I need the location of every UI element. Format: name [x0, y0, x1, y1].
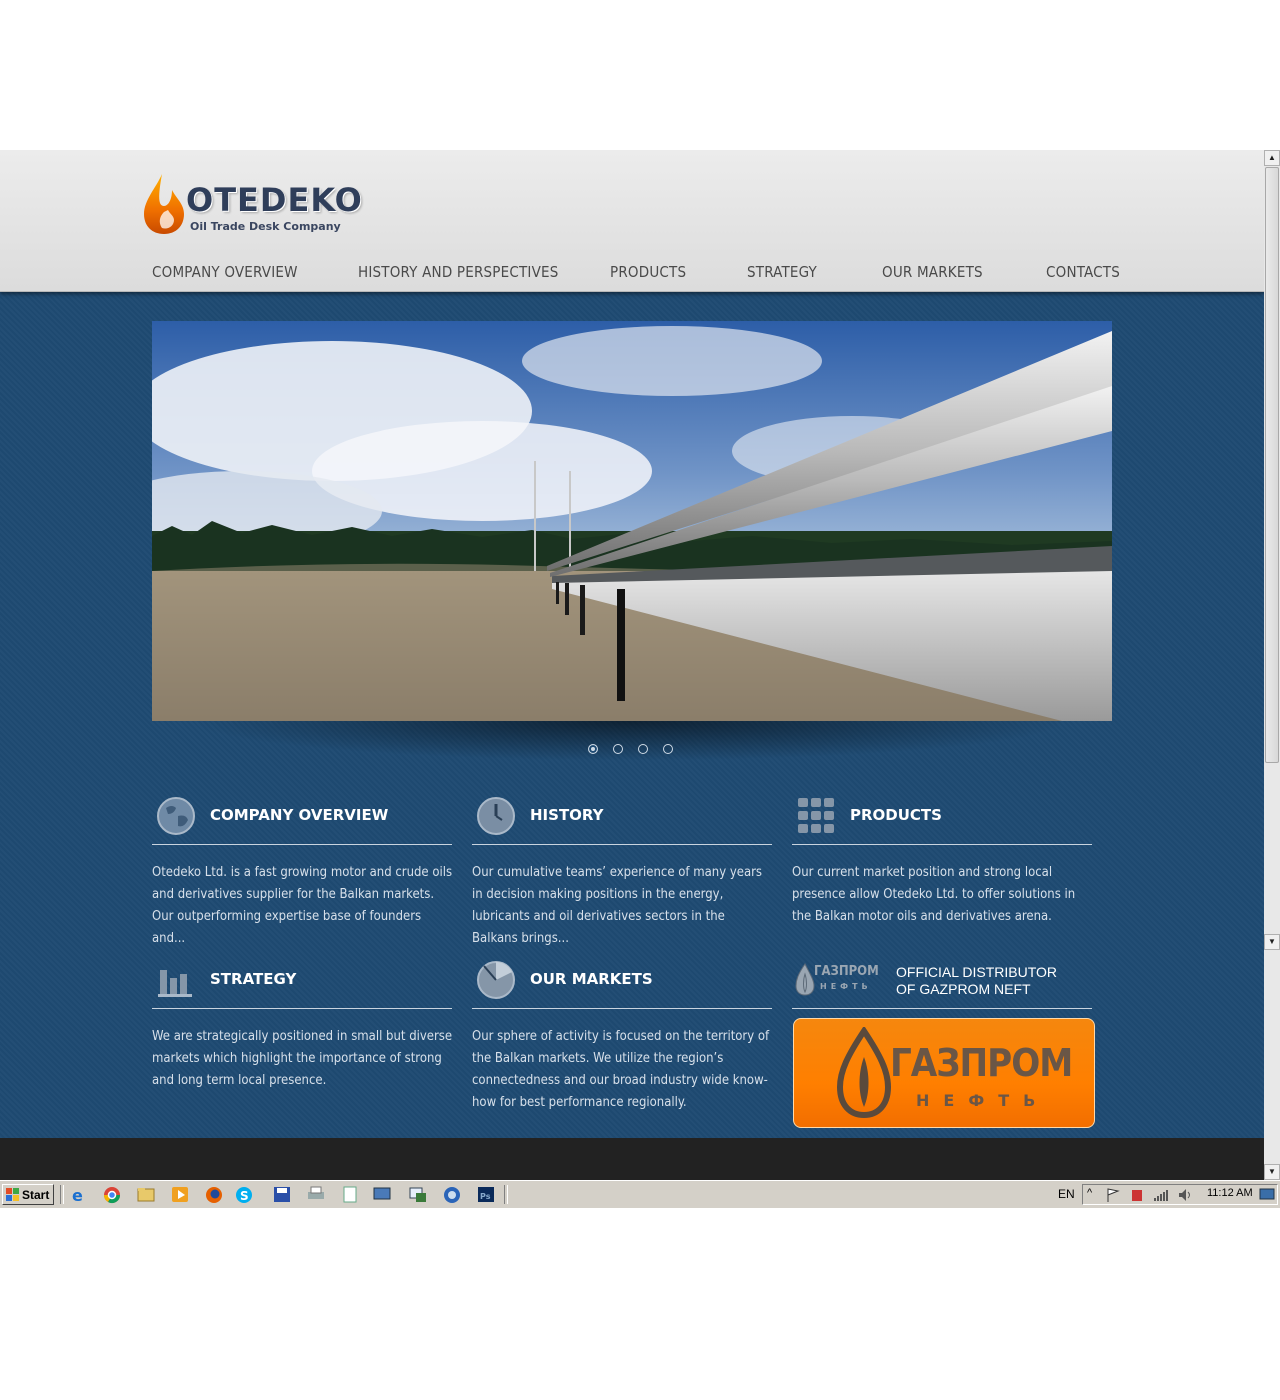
flame-drop-icon — [144, 174, 184, 234]
clock[interactable]: 11:12 AM — [1207, 1187, 1253, 1199]
gazprom-flame-icon — [795, 963, 815, 996]
gazprom-small-subtext: НЕФТЬ — [820, 982, 872, 991]
window-icon[interactable] — [408, 1185, 428, 1204]
taskbar-separator — [504, 1185, 508, 1204]
clock-icon — [477, 797, 515, 835]
scroll-down-button[interactable]: ▼ — [1264, 1164, 1280, 1180]
browser-icon[interactable] — [442, 1185, 462, 1204]
photoshop-icon[interactable]: Ps — [476, 1185, 496, 1204]
security-icon[interactable] — [1129, 1187, 1145, 1203]
signal-icon[interactable] — [1153, 1187, 1169, 1203]
grid-icon — [798, 798, 834, 833]
site-header: OTEDEKO Oil Trade Desk Company COMPANY O… — [0, 150, 1264, 292]
site-footer — [0, 1138, 1264, 1180]
gazprom-distributor-text: OFFICIAL DISTRIBUTOR OF GAZPROM NEFT — [896, 964, 1057, 998]
block-title[interactable]: OUR MARKETS — [530, 970, 653, 988]
nav-history-perspectives[interactable]: HISTORY AND PERSPECTIVES — [358, 263, 559, 281]
hero-slider-image[interactable] — [152, 321, 1112, 721]
save-icon[interactable] — [272, 1185, 292, 1204]
block-gazprom: ГАЗПРОМ НЕФТЬ OFFICIAL DISTRIBUTOR OF GA… — [792, 956, 1095, 1136]
taskbar-separator — [60, 1185, 64, 1204]
ie-icon[interactable]: e — [68, 1185, 88, 1204]
bar-chart-icon — [158, 970, 192, 997]
gazprom-large-flame-icon — [836, 1027, 892, 1119]
scroll-thumb[interactable] — [1265, 167, 1279, 763]
gazprom-banner[interactable]: ГАЗПРОМ НЕФТЬ — [793, 1018, 1095, 1128]
otedeko-logo[interactable]: OTEDEKO Oil Trade Desk Company — [142, 170, 382, 240]
slider-dot-1[interactable] — [588, 744, 598, 754]
language-indicator[interactable]: EN — [1058, 1187, 1075, 1201]
slider-dot-3[interactable] — [638, 744, 648, 754]
brand-name: OTEDEKO — [186, 181, 363, 219]
main-content: COMPANY OVERVIEW Otedeko Ltd. is a fast … — [0, 291, 1264, 1138]
slider-dot-4[interactable] — [663, 744, 673, 754]
slider-pagination — [588, 744, 688, 758]
nav-our-markets[interactable]: OUR MARKETS — [882, 263, 983, 281]
windows-logo-icon — [6, 1188, 19, 1201]
block-head: PRODUCTS — [792, 792, 1092, 845]
gazprom-small-logo: ГАЗПРОМ НЕФТЬ — [794, 962, 879, 998]
chrome-icon[interactable] — [102, 1185, 122, 1204]
gazprom-head: ГАЗПРОМ НЕФТЬ OFFICIAL DISTRIBUTOR OF GA… — [792, 956, 1092, 1009]
explorer-icon[interactable] — [136, 1185, 156, 1204]
browser-viewport: OTEDEKO Oil Trade Desk Company COMPANY O… — [0, 150, 1264, 1180]
block-text: Our cumulative teams’ experience of many… — [472, 865, 763, 946]
block-head: COMPANY OVERVIEW — [152, 792, 452, 845]
show-desktop-icon[interactable] — [1259, 1188, 1275, 1202]
flag-icon[interactable] — [1105, 1187, 1121, 1203]
main-nav: COMPANY OVERVIEW HISTORY AND PERSPECTIVE… — [152, 263, 1120, 287]
printer-icon[interactable] — [306, 1185, 326, 1204]
block-history: HISTORY Our cumulative teams’ experience… — [472, 792, 772, 946]
block-head: STRATEGY — [152, 956, 452, 1009]
block-company-overview: COMPANY OVERVIEW Otedeko Ltd. is a fast … — [152, 792, 452, 946]
svg-text:Ps: Ps — [480, 1192, 491, 1201]
nav-contacts[interactable]: CONTACTS — [1046, 263, 1120, 281]
block-products: PRODUCTS Our current market position and… — [792, 792, 1092, 942]
nav-company-overview[interactable]: COMPANY OVERVIEW — [152, 263, 298, 281]
nav-strategy[interactable]: STRATEGY — [747, 263, 817, 281]
windows-taskbar: Start e S Ps EN ^ 11:12 AM — [0, 1180, 1280, 1208]
block-strategy: STRATEGY We are strategically positioned… — [152, 956, 452, 1126]
block-title[interactable]: COMPANY OVERVIEW — [210, 806, 388, 824]
globe-icon — [157, 797, 195, 835]
scroll-down-marker[interactable]: ▼ — [1264, 934, 1280, 950]
tray-expand-icon[interactable]: ^ — [1087, 1187, 1092, 1199]
gazprom-small-text: ГАЗПРОМ — [814, 964, 879, 979]
block-our-markets: OUR MARKETS Our sphere of activity is fo… — [472, 956, 772, 1126]
brand-tagline: Oil Trade Desk Company — [190, 220, 341, 233]
gazprom-large-text: ГАЗПРОМ — [890, 1041, 1073, 1085]
media-player-icon[interactable] — [170, 1185, 190, 1204]
pipeline-photo — [152, 321, 1112, 721]
block-text: Otedeko Ltd. is a fast growing motor and… — [152, 865, 453, 946]
skype-icon[interactable]: S — [234, 1185, 254, 1204]
svg-text:e: e — [72, 1186, 83, 1204]
system-tray: ^ 11:12 AM — [1082, 1184, 1278, 1205]
block-title[interactable]: STRATEGY — [210, 970, 296, 988]
nav-products[interactable]: PRODUCTS — [610, 263, 686, 281]
slider-dot-2[interactable] — [613, 744, 623, 754]
block-head: HISTORY — [472, 792, 772, 845]
block-text: Our current market position and strong l… — [792, 865, 1076, 924]
block-text: Our sphere of activity is focused on the… — [472, 1029, 770, 1110]
scroll-up-button[interactable]: ▲ — [1264, 150, 1280, 166]
block-head: OUR MARKETS — [472, 956, 772, 1009]
block-title[interactable]: HISTORY — [530, 806, 604, 824]
gazprom-line-1: OFFICIAL DISTRIBUTOR — [896, 964, 1058, 980]
svg-text:S: S — [240, 1189, 249, 1203]
pie-chart-icon — [477, 961, 515, 999]
start-button[interactable]: Start — [2, 1184, 54, 1205]
block-text: We are strategically positioned in small… — [152, 1029, 453, 1088]
block-title[interactable]: PRODUCTS — [850, 806, 942, 824]
gazprom-line-2: OF GAZPROM NEFT — [896, 981, 1031, 997]
network-icon[interactable] — [372, 1185, 392, 1204]
gazprom-large-subtext: НЕФТЬ — [916, 1091, 1050, 1110]
start-label: Start — [22, 1188, 50, 1202]
volume-icon[interactable] — [1177, 1187, 1193, 1203]
vertical-scrollbar[interactable]: ▲ ▼ ▼ — [1264, 150, 1280, 1180]
firefox-icon[interactable] — [204, 1185, 224, 1204]
notepad-icon[interactable] — [340, 1185, 360, 1204]
